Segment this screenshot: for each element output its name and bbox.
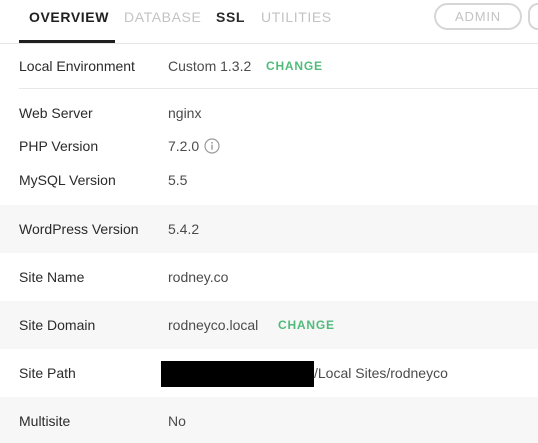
mysql-version-row: MySQL Version 5.5 — [0, 166, 538, 194]
php-version-value: 7.2.0 — [168, 138, 200, 154]
tab-ssl[interactable]: SSL — [216, 9, 245, 25]
section-divider — [19, 88, 538, 89]
mysql-version-label: MySQL Version — [19, 172, 116, 188]
tab-utilities[interactable]: UTILITIES — [261, 9, 332, 25]
wordpress-version-value: 5.4.2 — [168, 221, 200, 237]
site-domain-label: Site Domain — [19, 317, 96, 333]
php-version-label: PHP Version — [19, 138, 99, 154]
change-environment-button[interactable]: CHANGE — [266, 59, 323, 73]
site-path-row: Site Path /Local Sites/rodneyco — [0, 349, 538, 397]
environment-row: Local Environment Custom 1.3.2 CHANGE — [0, 44, 538, 88]
tab-bar: OVERVIEW DATABASE SSL UTILITIES ADMIN — [0, 0, 538, 44]
wordpress-version-row: WordPress Version 5.4.2 — [0, 205, 538, 253]
admin-button[interactable]: ADMIN — [434, 3, 522, 30]
active-tab-indicator — [19, 40, 115, 43]
change-domain-button[interactable]: CHANGE — [278, 318, 335, 332]
site-name-row: Site Name rodney.co — [0, 253, 538, 301]
multisite-label: Multisite — [19, 413, 71, 429]
tab-overview[interactable]: OVERVIEW — [29, 9, 109, 25]
web-server-row: Web Server nginx — [0, 99, 538, 127]
site-domain-row: Site Domain rodneyco.local CHANGE — [0, 301, 538, 349]
site-path-label: Site Path — [19, 365, 76, 381]
site-name-label: Site Name — [19, 269, 85, 285]
multisite-value: No — [168, 413, 186, 429]
site-path-value[interactable]: /Local Sites/rodneyco — [314, 365, 448, 381]
wordpress-version-label: WordPress Version — [19, 221, 139, 237]
site-name-value: rodney.co — [168, 269, 229, 285]
tab-database[interactable]: DATABASE — [124, 9, 201, 25]
web-server-value: nginx — [168, 105, 202, 121]
environment-label: Local Environment — [19, 58, 135, 74]
site-domain-value: rodneyco.local — [168, 317, 259, 333]
web-server-label: Web Server — [19, 105, 93, 121]
environment-value: Custom 1.3.2 — [168, 58, 252, 74]
redacted-path-block — [161, 361, 314, 387]
multisite-row: Multisite No — [0, 397, 538, 443]
info-icon[interactable] — [204, 138, 220, 154]
php-version-row: PHP Version 7.2.0 — [0, 132, 538, 160]
overflow-button[interactable] — [528, 3, 538, 30]
mysql-version-value: 5.5 — [168, 172, 188, 188]
